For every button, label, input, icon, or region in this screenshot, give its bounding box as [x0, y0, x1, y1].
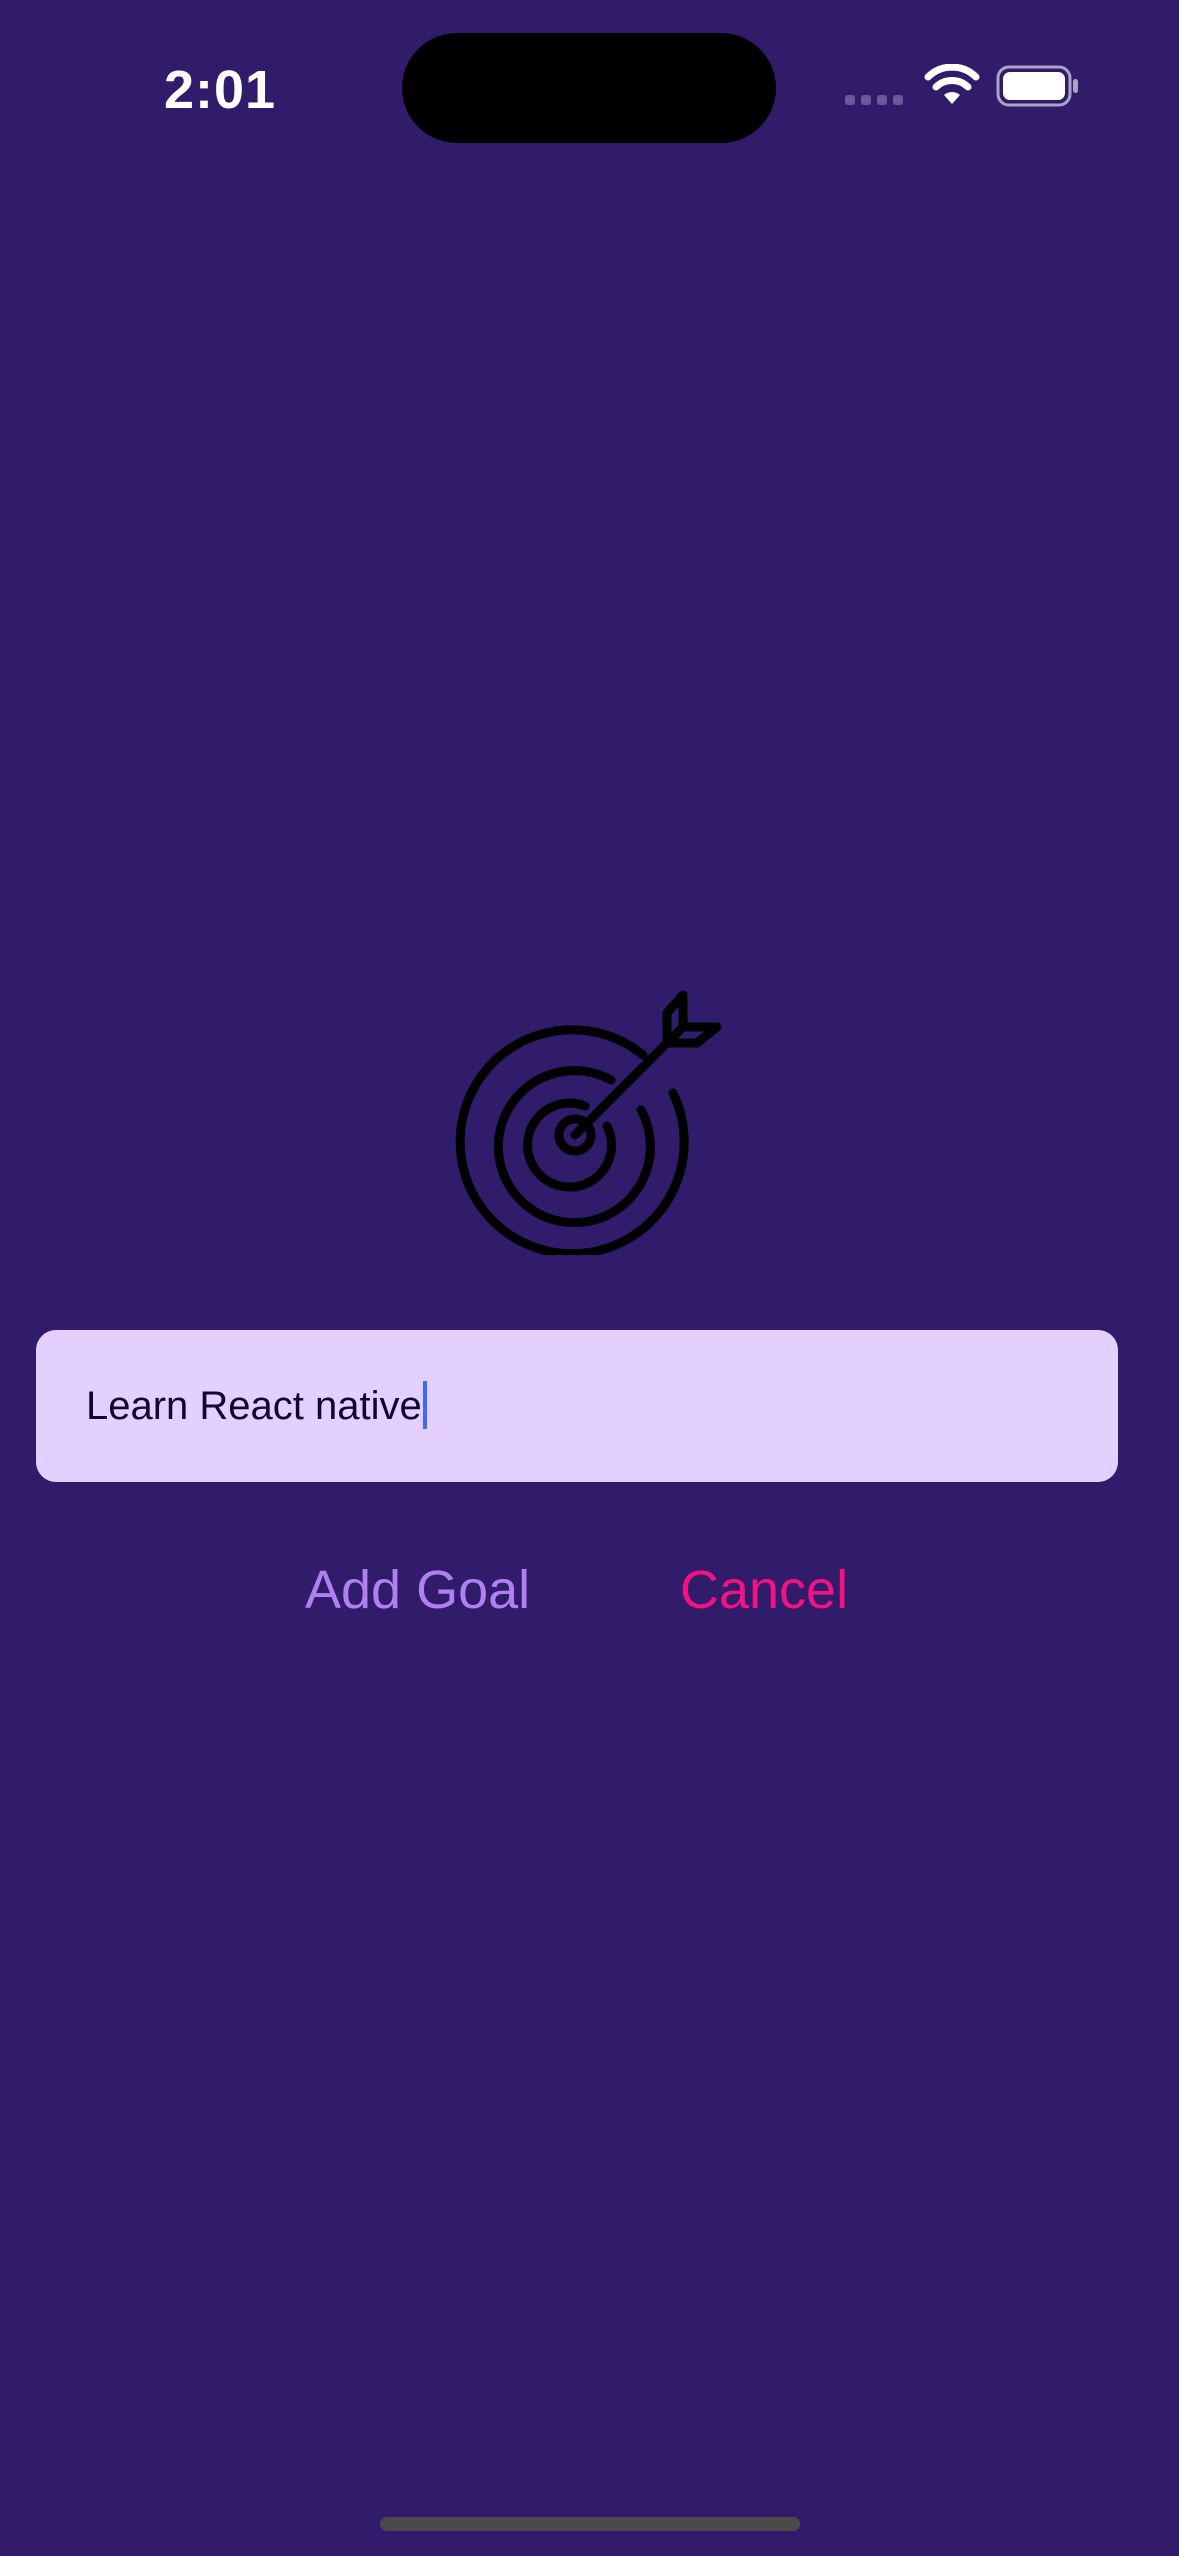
status-time: 2:01: [164, 60, 277, 120]
wifi-icon: [924, 64, 980, 104]
dynamic-island: [402, 33, 776, 143]
battery-icon: [996, 65, 1078, 107]
text-caret: [422, 1381, 427, 1430]
goal-input-text[interactable]: Learn React native: [86, 1376, 427, 1436]
add-goal-button[interactable]: Add Goal: [305, 1550, 530, 1630]
cancel-button[interactable]: Cancel: [680, 1550, 848, 1630]
target-icon: [455, 990, 722, 1255]
cellular-signal-icon: [845, 95, 903, 105]
goal-input-value: Learn React native: [86, 1384, 422, 1428]
home-indicator[interactable]: [380, 2517, 800, 2531]
